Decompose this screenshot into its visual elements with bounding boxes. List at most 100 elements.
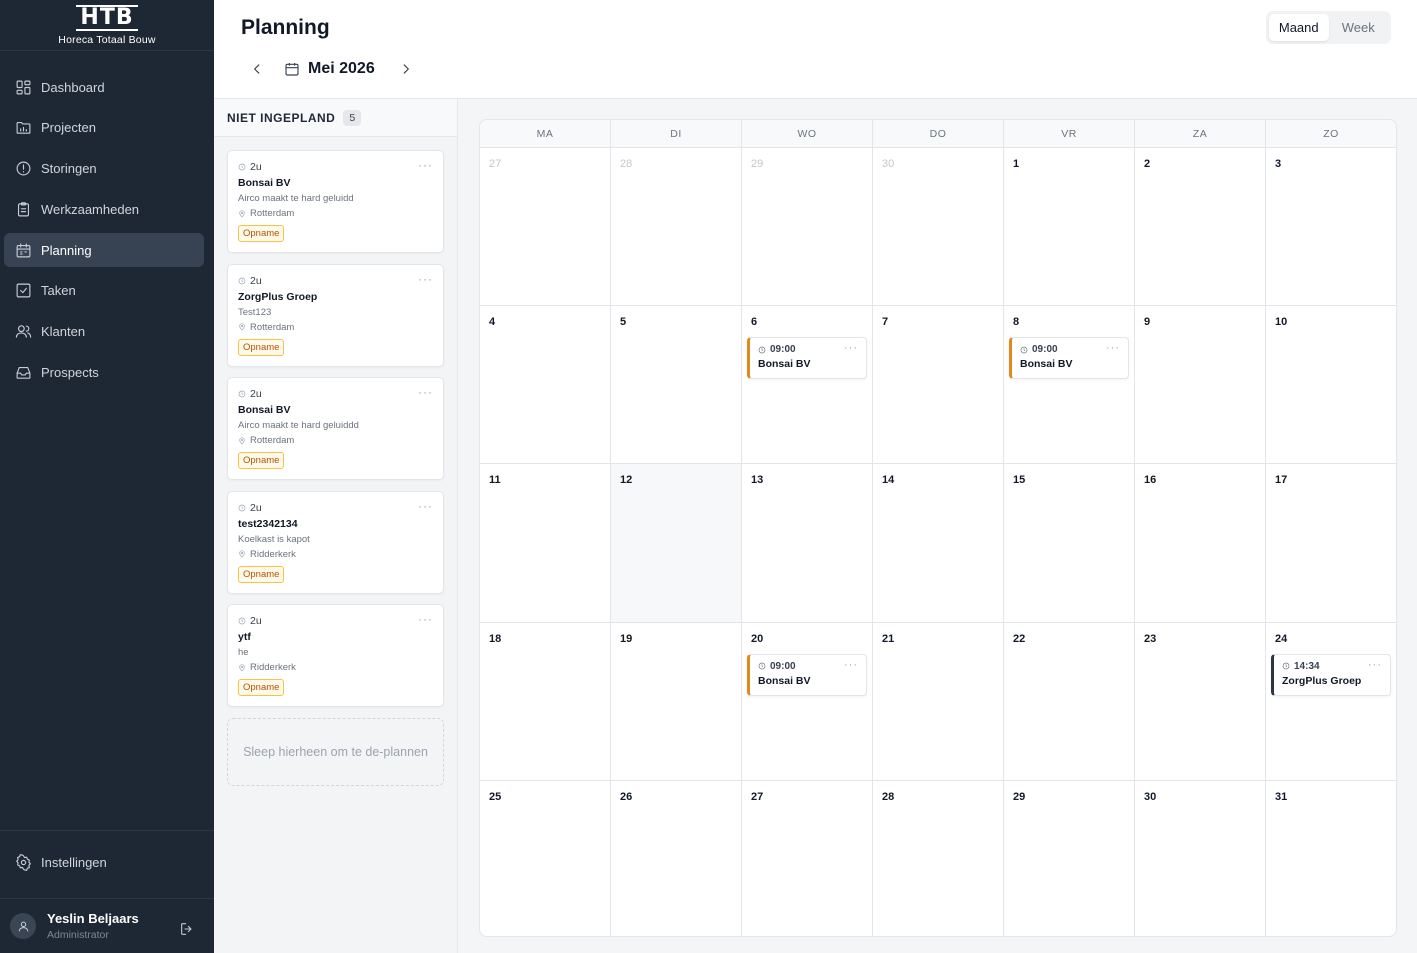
calendar-day-cell[interactable]: 29 [1004,780,1135,936]
calendar-day-cell[interactable]: 14 [873,464,1004,622]
calendar-event[interactable]: 09:00 ··· Bonsai BV [747,337,867,380]
sidebar-item-dashboard[interactable]: Dashboard [4,70,204,104]
day-number: 27 [489,158,502,170]
calendar-day-cell[interactable]: 29 [742,148,873,306]
previous-month-button[interactable] [246,58,268,80]
calendar-day-cell[interactable]: 18 [480,622,611,780]
sidebar-item-werkzaamheden[interactable]: Werkzaamheden [4,192,204,226]
calendar-week-row: 4 5 6 09:00 ··· Bonsai BV 7 8 09:00 ··· Bonsai BV 9… [480,306,1396,465]
sidebar-item-planning[interactable]: Planning [4,233,204,268]
calendar-day-cell[interactable]: 17 [1266,464,1396,621]
sidebar-item-projecten[interactable]: Projecten [4,111,204,145]
sidebar-item-label: Instellingen [41,854,107,870]
calendar-day-cell[interactable]: 11 [480,464,611,622]
card-description: Airco maakt te hard geluiddd [238,420,359,431]
calendar-day-cell[interactable]: 26 [611,780,742,936]
more-options-icon[interactable]: ··· [844,342,858,354]
more-options-icon[interactable]: ··· [844,659,858,671]
event-time: 14:34 [1294,660,1320,672]
calendar-day-cell[interactable]: 21 [873,622,1004,780]
calendar-day-cell[interactable]: 30 [873,148,1004,306]
user-name: Yeslin Beljaars [47,911,139,926]
page-title: Planning [241,16,330,39]
brand-logo[interactable]: HTB Horeca Totaal Bouw [0,0,214,51]
calendar-day-cell[interactable]: 7 [873,306,1004,464]
unplanned-card[interactable]: 2u ··· test2342134 Koelkast is kapot Rid… [227,490,444,594]
card-duration: 2u [250,161,262,173]
calendar-event[interactable]: 09:00 ··· Bonsai BV [1009,337,1129,380]
checkbox-icon [14,282,32,300]
calendar-day-cell[interactable]: 15 [1004,464,1135,622]
calendar-day-cell[interactable]: 23 [1135,622,1266,780]
calendar-day-cell[interactable]: 1 [1004,148,1135,306]
unplan-dropzone[interactable]: Sleep hierheen om te de-plannen [227,717,444,786]
calendar-day-cell[interactable]: 28 [611,148,742,306]
next-month-button[interactable] [395,58,417,80]
calendar-day-cell[interactable]: 31 [1266,781,1396,936]
card-customer: test2342134 [238,517,298,530]
calendar-day-cell[interactable]: 8 09:00 ··· Bonsai BV [1004,306,1135,464]
calendar-day-cell[interactable]: 5 [611,306,742,464]
calendar-day-cell[interactable]: 20 09:00 ··· Bonsai BV [742,622,873,780]
unplanned-count-badge: 5 [343,109,362,126]
calendar-day-cell[interactable]: 13 [742,464,873,622]
view-week-button[interactable]: Week [1329,14,1389,41]
day-number: 19 [620,632,633,645]
more-options-icon[interactable]: ··· [418,158,433,172]
clock-icon [758,662,766,670]
user-icon [18,921,28,931]
calendar-day-cell[interactable]: 4 [480,306,611,464]
sidebar-item-prospects[interactable]: Prospects [4,356,204,390]
unplanned-card[interactable]: 2u ··· ytf he Ridderkerk Opname [227,604,444,707]
sidebar-item-storingen[interactable]: Storingen [4,152,204,186]
avatar[interactable] [10,913,36,939]
view-month-button[interactable]: Maand [1269,14,1329,41]
calendar-day-cell[interactable]: 16 [1135,464,1266,622]
more-options-icon[interactable]: ··· [418,499,433,513]
calendar-day-cell[interactable]: 22 [1004,622,1135,780]
calendar-grid: 27 28 29 30 1 2 3 4 5 6 09:00 ··· Bonsai BV 7 8 09:00 ··… [480,148,1396,936]
sidebar-item-instellingen[interactable]: Instellingen [4,845,204,879]
unplanned-card[interactable]: 2u ··· ZorgPlus Groep Test123 Rotterdam … [227,263,444,367]
calendar-day-cell[interactable]: 6 09:00 ··· Bonsai BV [742,306,873,464]
calendar-event[interactable]: 09:00 ··· Bonsai BV [747,653,867,696]
calendar-day-cell[interactable]: 30 [1135,780,1266,936]
weekday-label: MA [480,120,611,147]
day-number: 28 [620,158,633,170]
calendar-event[interactable]: 14:34 ··· ZorgPlus Groep [1271,653,1391,696]
logout-button[interactable] [179,921,195,942]
calendar-day-cell[interactable]: 12 [611,464,742,622]
unplanned-card[interactable]: 2u ··· Bonsai BV Airco maakt te hard gel… [227,150,444,253]
month-label[interactable]: Mei 2026 [284,60,375,78]
calendar-day-cell[interactable]: 28 [873,780,1004,936]
more-options-icon[interactable]: ··· [418,272,433,286]
location-pin-icon [239,663,245,671]
weekday-label: ZA [1135,120,1266,147]
event-time: 09:00 [770,344,796,356]
more-options-icon[interactable]: ··· [1106,342,1120,354]
calendar-day-cell[interactable]: 2 [1135,148,1266,306]
day-number: 6 [751,316,758,329]
calendar-day-cell[interactable]: 10 [1266,306,1396,463]
calendar-day-cell[interactable]: 27 [742,780,873,936]
unplanned-card[interactable]: 2u ··· Bonsai BV Airco maakt te hard gel… [227,377,444,480]
calendar-day-cell[interactable]: 19 [611,622,742,780]
sidebar-item-klanten[interactable]: Klanten [4,315,204,349]
more-options-icon[interactable]: ··· [1368,659,1382,671]
calendar-day-cell[interactable]: 27 [480,148,611,306]
event-customer: Bonsai BV [758,674,811,687]
more-options-icon[interactable]: ··· [418,385,433,399]
calendar-day-cell[interactable]: 3 [1266,148,1396,305]
card-location: Rotterdam [250,208,295,219]
clock-icon [1020,346,1028,354]
calendar-day-cell[interactable]: 24 14:34 ··· ZorgPlus Groep [1266,623,1396,780]
sidebar-item-taken[interactable]: Taken [4,274,204,308]
user-info: Yeslin Beljaars Administrator [47,911,139,941]
calendar-day-cell[interactable]: 25 [480,780,611,936]
card-customer: ZorgPlus Groep [238,290,318,303]
more-options-icon[interactable]: ··· [418,612,433,626]
card-location: Rotterdam [250,435,295,446]
day-number: 29 [751,158,764,170]
calendar-icon [285,63,299,76]
calendar-day-cell[interactable]: 9 [1135,306,1266,464]
